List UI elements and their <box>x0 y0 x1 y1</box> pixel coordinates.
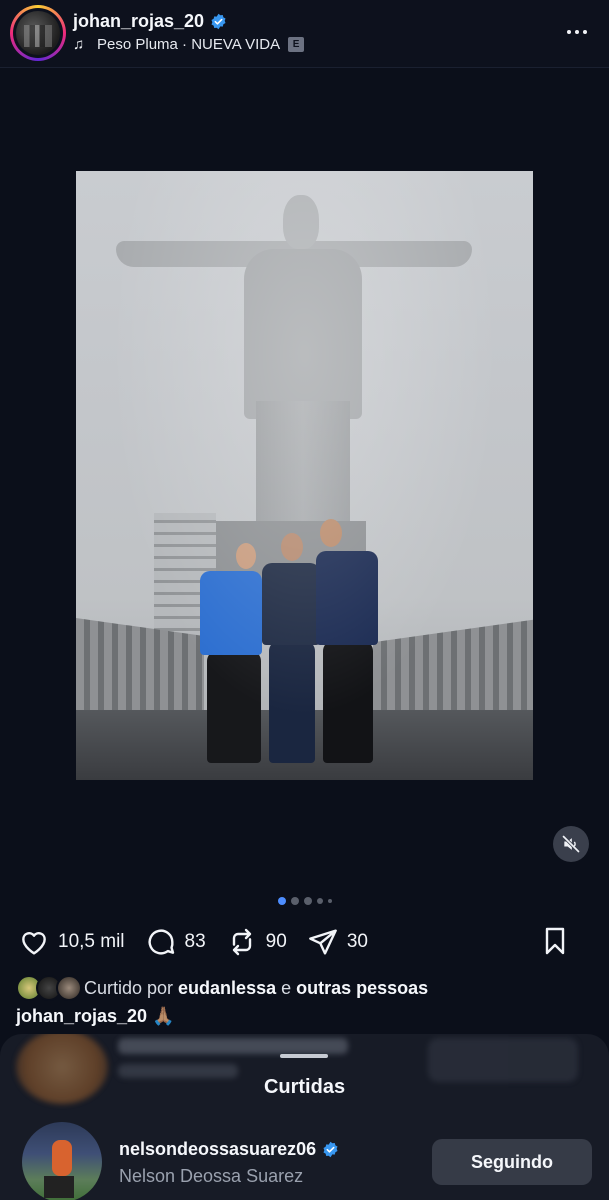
comment-button[interactable]: 83 <box>145 926 206 958</box>
like-button[interactable]: 10,5 mil <box>18 926 125 958</box>
liked-by-others[interactable]: outras pessoas <box>296 978 428 999</box>
list-item-name-row: nelsondeossasuarez06 <box>119 1139 339 1160</box>
avatar <box>16 11 60 55</box>
caption-username[interactable]: johan_rojas_20 <box>16 1006 147 1026</box>
music-info[interactable]: ♫ Peso Pluma · NUEVA VIDA E <box>73 35 305 53</box>
carousel-dot-active <box>277 897 286 905</box>
likes-bottom-sheet: Curtidas nelsondeossasuarez06 Nelson Deo… <box>0 1034 609 1200</box>
carousel-dot <box>303 897 312 905</box>
username-row: johan_rojas_20 <box>73 9 227 33</box>
music-artist: Peso Pluma <box>97 36 178 53</box>
like-count[interactable]: 10,5 mil <box>58 931 125 953</box>
verified-badge-icon <box>211 13 226 29</box>
comment-bubble-icon <box>148 929 174 955</box>
verified-badge-icon <box>323 1141 338 1158</box>
repost-count[interactable]: 90 <box>266 931 287 953</box>
liked-by-row[interactable]: Curtido por eudanlessa e outras pessoas <box>16 974 433 1002</box>
repost-button[interactable]: 90 <box>226 926 287 958</box>
music-separator: · <box>177 36 192 53</box>
carousel-indicator <box>0 897 609 905</box>
carousel-dot <box>290 897 299 905</box>
music-song: NUEVA VIDA <box>191 36 281 53</box>
share-count[interactable]: 30 <box>347 931 368 953</box>
avatar-border <box>13 8 63 58</box>
send-icon <box>308 929 337 955</box>
caption-text: 🙏🏽 <box>152 1006 175 1026</box>
post-username[interactable]: johan_rojas_20 <box>73 11 204 32</box>
save-button[interactable] <box>539 925 571 957</box>
list-item-fullname: Nelson Deossa Suarez <box>119 1166 304 1186</box>
post-actions: 10,5 mil 83 90 30 <box>18 922 593 962</box>
heart-icon <box>22 932 46 955</box>
carousel-dot <box>327 899 332 903</box>
blurred-text <box>118 1038 348 1054</box>
post-caption: johan_rojas_20 🙏🏽 <box>16 1006 175 1027</box>
following-button[interactable]: Seguindo <box>432 1139 592 1185</box>
comment-count[interactable]: 83 <box>185 931 206 953</box>
sheet-title: Curtidas <box>263 1076 346 1098</box>
speaker-muted-icon <box>562 835 580 853</box>
music-note-icon: ♫ <box>73 35 85 53</box>
avatar[interactable] <box>22 1122 102 1200</box>
photo-fog <box>76 171 533 780</box>
profile-avatar-story-ring[interactable] <box>10 5 66 61</box>
liked-by-user[interactable]: eudanlessa <box>178 978 276 999</box>
list-item-username[interactable]: nelsondeossasuarez06 <box>119 1139 316 1160</box>
carousel-dot <box>316 898 323 904</box>
explicit-badge: E <box>288 37 305 52</box>
repost-icon <box>232 928 251 956</box>
avatar <box>56 975 82 1001</box>
list-item[interactable]: nelsondeossasuarez06 Nelson Deossa Suare… <box>0 1122 609 1200</box>
liked-by-avatars <box>16 975 82 1001</box>
sheet-drag-handle[interactable] <box>280 1054 328 1058</box>
share-button[interactable]: 30 <box>307 926 368 958</box>
more-options-icon[interactable] <box>565 22 589 42</box>
liked-by-prefix: Curtido por <box>84 977 174 998</box>
post-photo[interactable] <box>76 171 533 780</box>
liked-by-conjunction: e <box>281 977 292 998</box>
post-header: johan_rojas_20 ♫ Peso Pluma · NUEVA VIDA… <box>0 0 609 68</box>
mute-button[interactable] <box>553 826 589 862</box>
bookmark-icon <box>545 927 565 955</box>
